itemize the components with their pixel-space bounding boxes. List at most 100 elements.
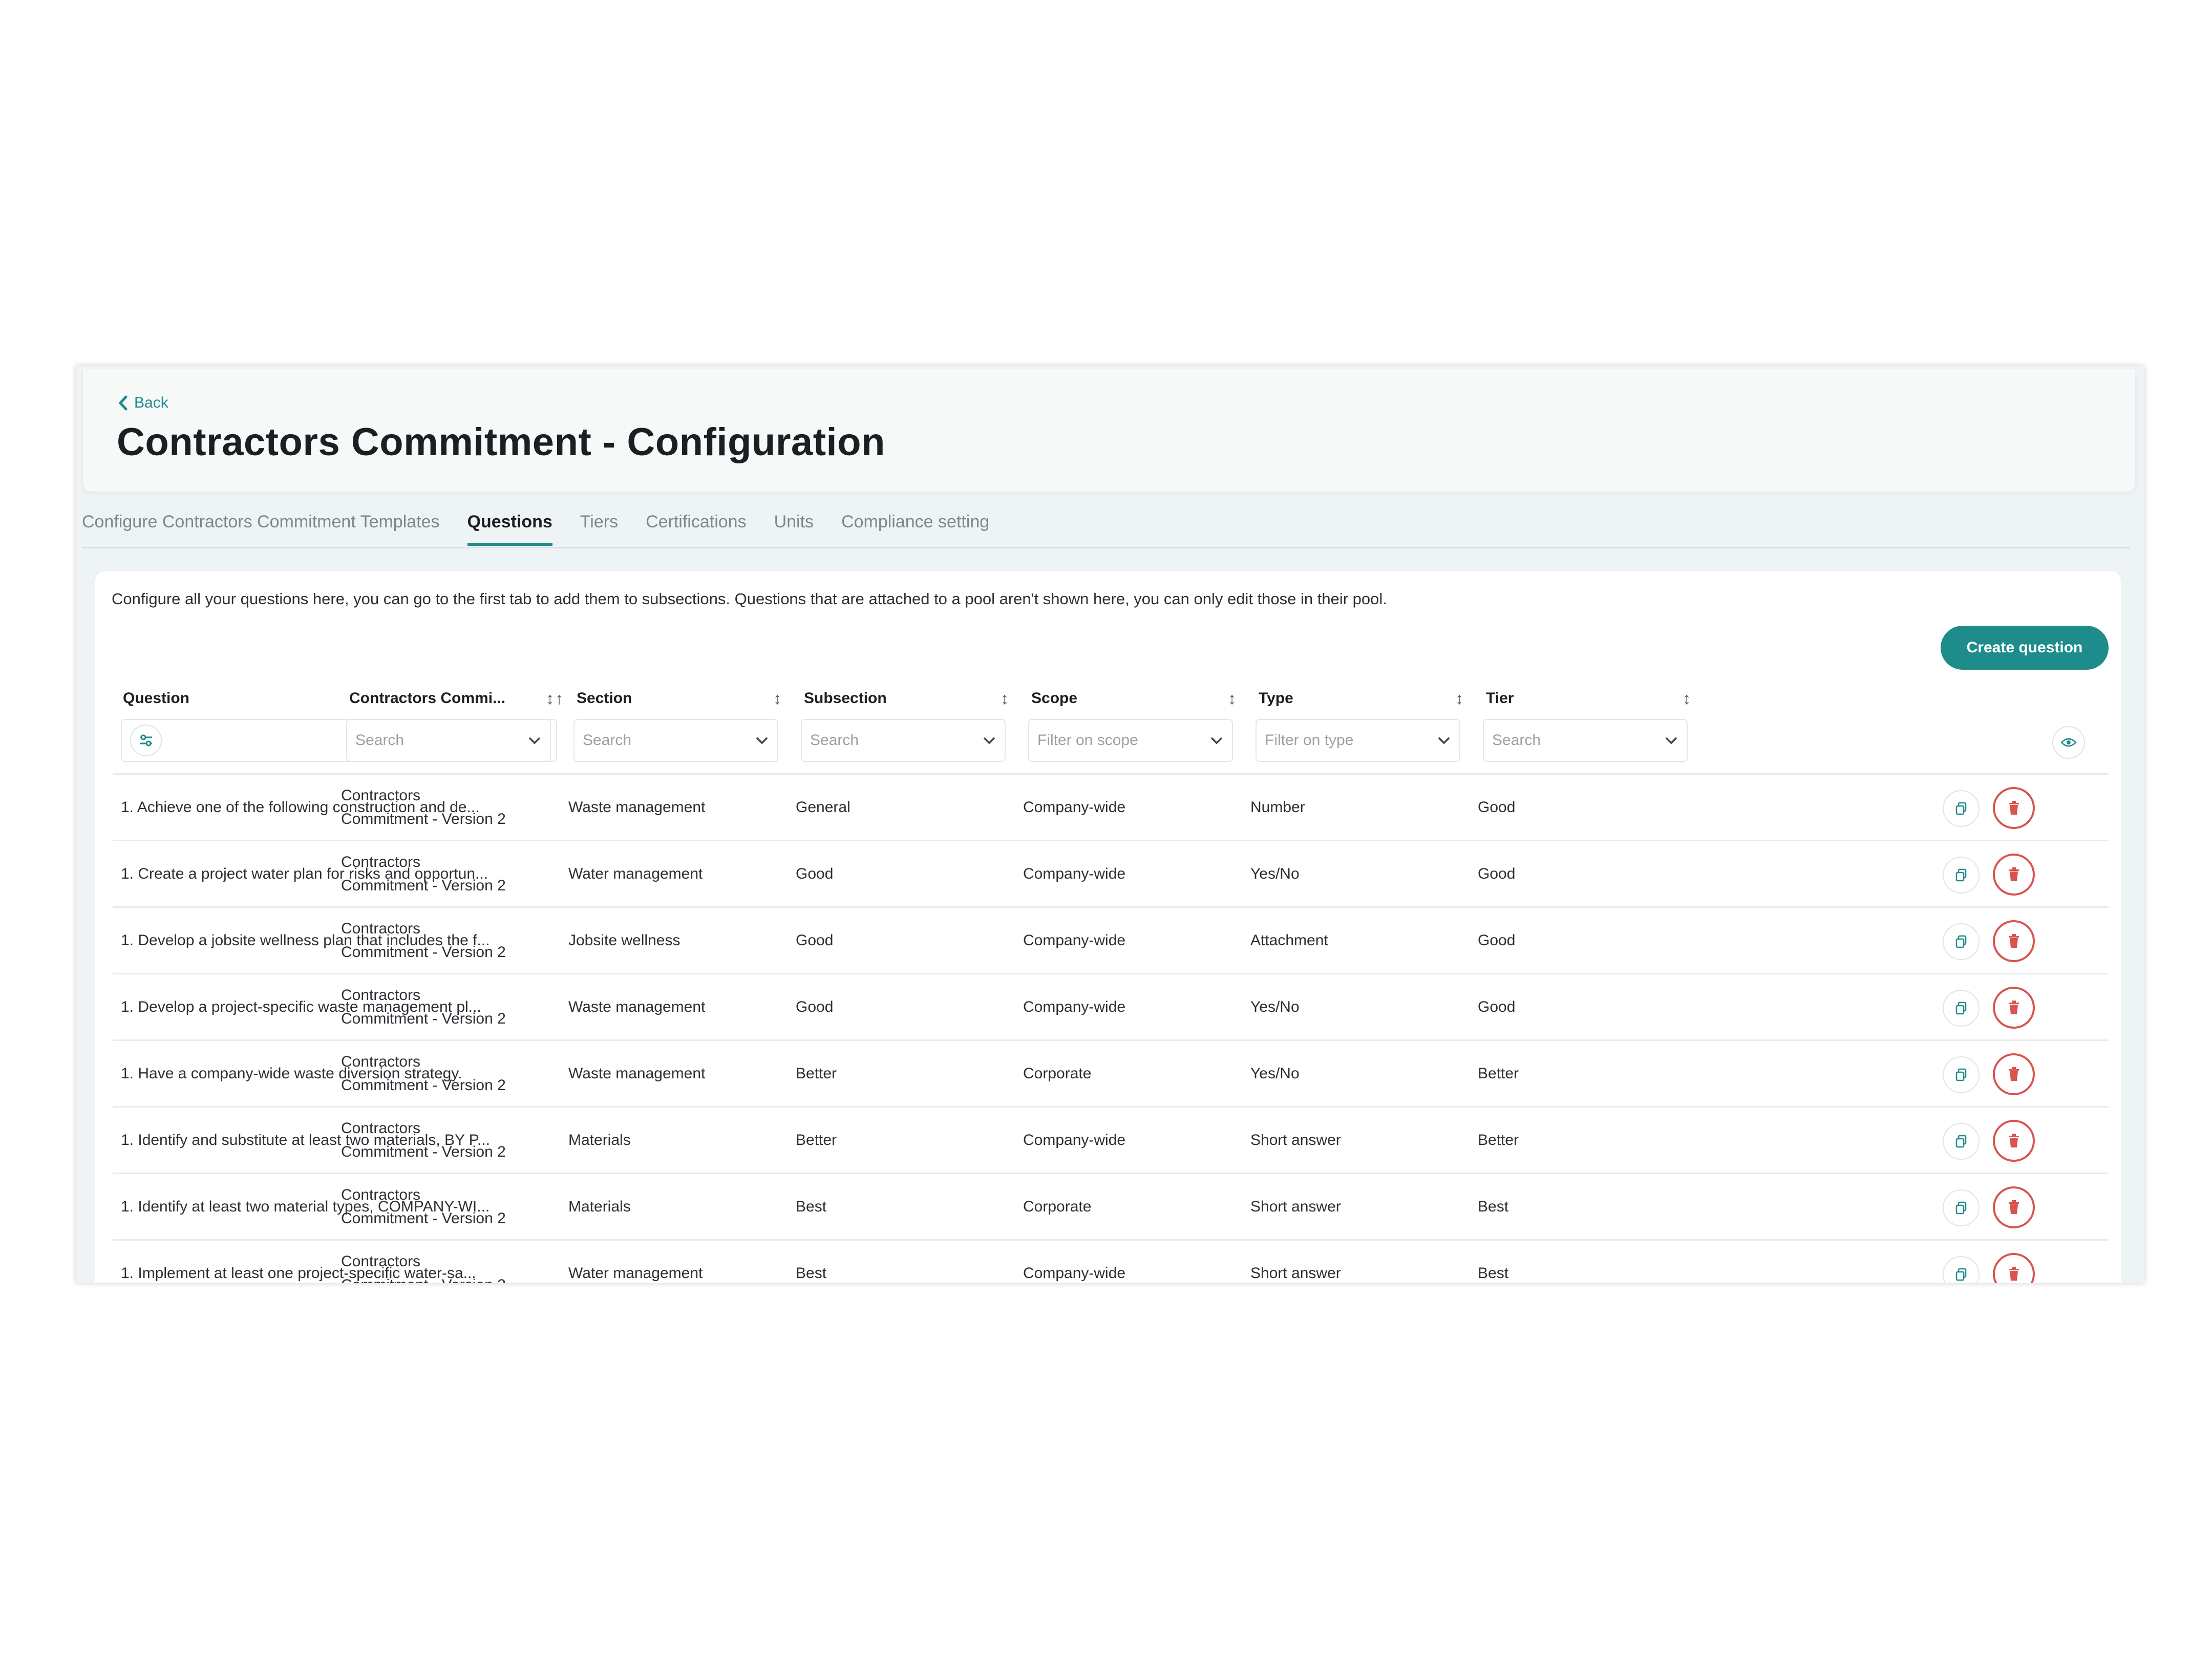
trash-icon <box>2009 1067 2019 1081</box>
back-link[interactable]: Back <box>118 394 168 412</box>
tab-compliance-setting[interactable]: Compliance setting <box>841 505 989 546</box>
delete-question-button[interactable] <box>1993 987 2035 1029</box>
tier-filter-select[interactable]: Search <box>1483 719 1688 762</box>
template-filter-select[interactable]: Search <box>346 719 551 762</box>
tab-configure-templates[interactable]: Configure Contractors Commitment Templat… <box>82 505 440 546</box>
description-text: Configure all your questions here, you c… <box>112 590 1387 608</box>
cell-text: Water management <box>568 865 703 882</box>
column-header-section[interactable]: Section ↕ <box>577 688 781 709</box>
cell-template-line: Commitment - Version 2 <box>341 1010 506 1027</box>
column-header-label: Question <box>123 690 190 707</box>
cell-scope: Company-wide <box>1023 775 1238 840</box>
column-header-scope[interactable]: Scope ↕ <box>1031 688 1236 709</box>
cell-section: Waste management <box>568 974 783 1040</box>
copy-question-button[interactable] <box>1943 923 1980 960</box>
sort-icon[interactable]: ↕ <box>1683 689 1691 708</box>
cell-tier: Better <box>1478 1041 1693 1107</box>
copy-question-button[interactable] <box>1943 1256 1980 1283</box>
cell-text: Short answer <box>1250 1265 1341 1282</box>
delete-question-button[interactable] <box>1993 920 2035 962</box>
cell-text: Yes/No <box>1250 865 1300 882</box>
copy-question-button[interactable] <box>1943 790 1980 827</box>
copy-question-button[interactable] <box>1943 990 1980 1027</box>
cell-template-line: Contractors <box>341 1253 421 1270</box>
cell-tier: Better <box>1478 1108 1693 1173</box>
tab-tiers[interactable]: Tiers <box>580 505 618 546</box>
cell-scope: Company-wide <box>1023 974 1238 1040</box>
cell-text: Good <box>796 998 834 1015</box>
cell-template: Contractors Commitment - Version 2 <box>341 1108 546 1173</box>
trash-icon <box>2009 1134 2019 1147</box>
cell-text: Good <box>1478 998 1516 1015</box>
create-question-button[interactable]: Create question <box>1941 626 2109 670</box>
sort-icon[interactable]: ↕ <box>1455 689 1463 708</box>
cell-subsection: Good <box>796 908 1011 973</box>
delete-question-button[interactable] <box>1993 854 2035 896</box>
table-row[interactable]: 1. Identify and substitute at least two … <box>113 1106 2109 1173</box>
copy-question-button[interactable] <box>1943 857 1980 894</box>
cell-text: Better <box>796 1132 837 1148</box>
sort-icon[interactable]: ↕ <box>546 689 554 708</box>
copy-question-button[interactable] <box>1943 1123 1980 1160</box>
copy-question-button[interactable] <box>1943 1189 1980 1226</box>
sort-icon[interactable]: ↕ <box>1228 689 1236 708</box>
sort-icon[interactable]: ↕ <box>1001 689 1009 708</box>
sort-icon[interactable]: ↑ <box>555 689 563 708</box>
table-row[interactable]: 1. Develop a project-specific waste mana… <box>113 973 2109 1040</box>
tab-questions[interactable]: Questions <box>467 505 552 546</box>
type-filter-select[interactable]: Filter on type <box>1256 719 1460 762</box>
cell-template: Contractors Commitment - Version 2 <box>341 1174 546 1240</box>
scope-filter-select[interactable]: Filter on scope <box>1028 719 1233 762</box>
table-row[interactable]: 1. Have a company-wide waste diversion s… <box>113 1039 2109 1107</box>
cell-text: Better <box>1478 1132 1519 1148</box>
cell-text: Corporate <box>1023 1198 1092 1215</box>
copy-icon <box>1955 1068 1967 1081</box>
chevron-down-icon <box>528 737 541 745</box>
tab-units[interactable]: Units <box>774 505 814 546</box>
cell-type: Short answer <box>1250 1241 1465 1283</box>
sliders-icon[interactable] <box>130 725 162 756</box>
cell-tier: Good <box>1478 841 1693 907</box>
cell-text: Good <box>796 865 834 882</box>
tab-certifications[interactable]: Certifications <box>646 505 747 546</box>
cell-template: Contractors Commitment - Version 2 <box>341 908 546 973</box>
delete-question-button[interactable] <box>1993 1053 2035 1095</box>
cell-section: Water management <box>568 1241 783 1283</box>
copy-icon <box>1955 1002 1967 1015</box>
cell-type: Short answer <box>1250 1108 1465 1173</box>
cell-type: Number <box>1250 775 1465 840</box>
column-header-template[interactable]: Contractors Commi... ↕ <box>349 688 554 709</box>
cell-text: Company-wide <box>1023 865 1126 882</box>
eye-icon[interactable] <box>2052 726 2085 759</box>
sort-icon[interactable]: ↕ <box>773 689 781 708</box>
page-title: Contractors Commitment - Configuration <box>117 420 885 464</box>
copy-icon <box>1955 1268 1967 1281</box>
table-row[interactable]: 1. Identify at least two material types,… <box>113 1173 2109 1240</box>
delete-question-button[interactable] <box>1993 1253 2035 1283</box>
copy-question-button[interactable] <box>1943 1056 1980 1093</box>
cell-text: Company-wide <box>1023 1132 1126 1148</box>
filter-placeholder: Search <box>355 732 405 749</box>
cell-text: Company-wide <box>1023 799 1126 816</box>
delete-question-button[interactable] <box>1993 1186 2035 1228</box>
column-header-label: Tier <box>1486 690 1514 707</box>
column-header-type[interactable]: Type ↕ <box>1259 688 1463 709</box>
cell-subsection: Good <box>796 841 1011 907</box>
section-filter-select[interactable]: Search <box>573 719 778 762</box>
filter-placeholder: Filter on type <box>1265 732 1354 749</box>
delete-question-button[interactable] <box>1993 1120 2035 1162</box>
cell-template-line: Contractors <box>341 1186 421 1203</box>
table-row[interactable]: 1. Implement at least one project-specif… <box>113 1239 2109 1283</box>
chevron-down-icon <box>1438 737 1450 745</box>
column-header-subsection[interactable]: Subsection ↕ <box>804 688 1009 709</box>
delete-question-button[interactable] <box>1993 787 2035 829</box>
cell-text: Good <box>1478 865 1516 882</box>
table-row[interactable]: 1. Create a project water plan for risks… <box>113 840 2109 907</box>
cell-text: Materials <box>568 1198 631 1215</box>
table-row[interactable]: 1. Achieve one of the following construc… <box>113 773 2109 840</box>
column-header-tier[interactable]: Tier ↕ <box>1486 688 1691 709</box>
column-header-label: Subsection <box>804 690 887 707</box>
table-row[interactable]: 1. Develop a jobsite wellness plan that … <box>113 906 2109 973</box>
cell-scope: Company-wide <box>1023 1108 1238 1173</box>
subsection-filter-select[interactable]: Search <box>801 719 1006 762</box>
